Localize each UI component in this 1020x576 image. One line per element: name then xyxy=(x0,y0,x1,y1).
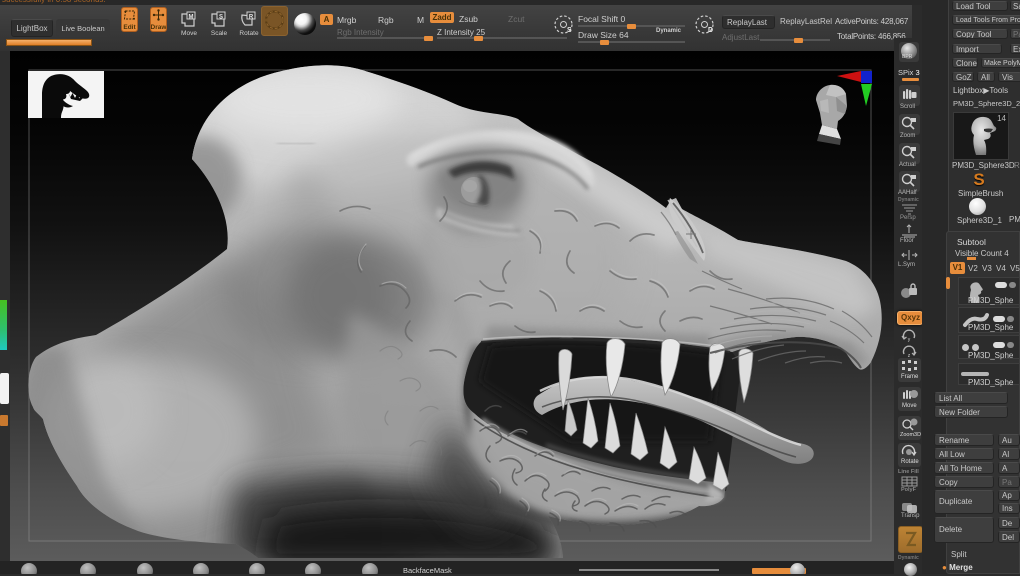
svg-text:S: S xyxy=(973,170,984,188)
svg-text:M: M xyxy=(189,15,194,21)
svg-text:S: S xyxy=(567,27,572,34)
svg-text:D: D xyxy=(708,27,713,34)
svg-text:Draw: Draw xyxy=(151,24,166,31)
svg-text:Edit: Edit xyxy=(123,24,136,31)
svg-text:R: R xyxy=(249,15,254,21)
svg-text:Rotate: Rotate xyxy=(239,30,259,37)
svg-text:Scale: Scale xyxy=(211,30,228,37)
svg-text:y: y xyxy=(908,337,911,342)
svg-text:S: S xyxy=(219,15,223,21)
svg-text:Move: Move xyxy=(181,30,197,37)
